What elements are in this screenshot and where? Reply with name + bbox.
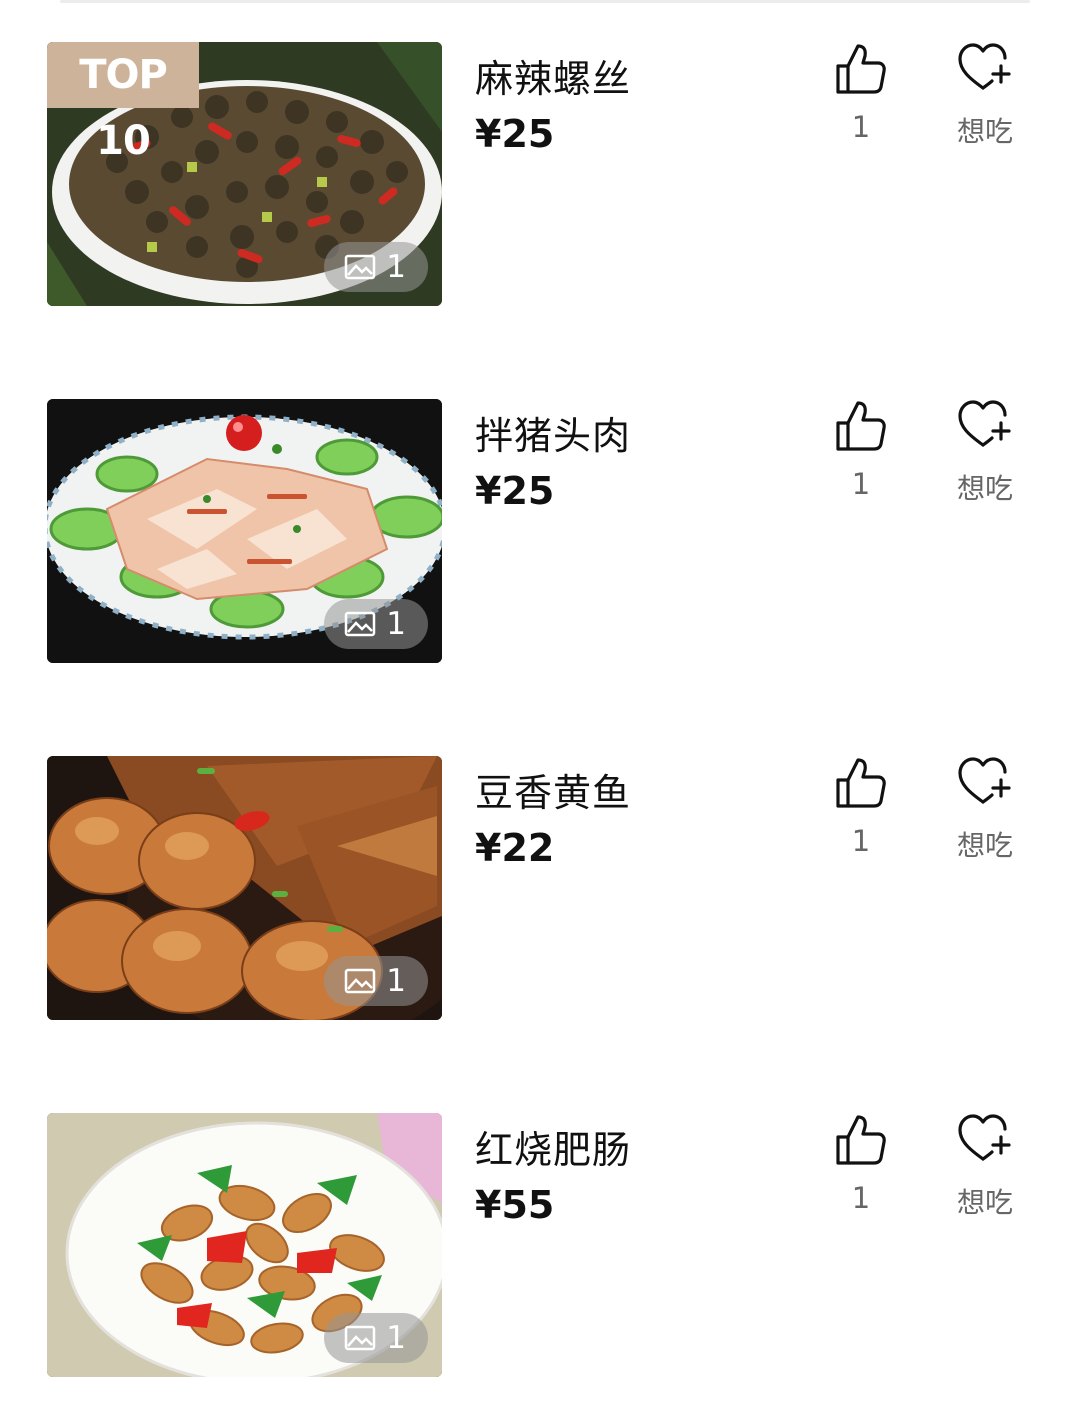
dish-price: ¥25	[475, 112, 555, 156]
dish-item[interactable]: 1 豆香黄鱼 ¥22 1 想吃	[0, 756, 1080, 1022]
want-to-eat-label: 想吃	[956, 1186, 1013, 1219]
dish-title: 红烧肥肠	[475, 1128, 632, 1172]
image-count-badge: 1	[324, 1313, 428, 1363]
want-to-eat-label: 想吃	[956, 115, 1013, 148]
image-count: 1	[386, 963, 406, 999]
dish-price: ¥22	[475, 826, 555, 870]
image-count-badge: 1	[324, 242, 428, 292]
want-to-eat-button[interactable]: 想吃	[945, 756, 1025, 866]
image-icon	[345, 254, 376, 280]
like-count: 1	[851, 110, 871, 144]
want-to-eat-label: 想吃	[956, 472, 1013, 505]
heart-plus-icon	[958, 43, 1011, 90]
image-icon	[345, 611, 376, 637]
heart-plus-icon	[958, 400, 1011, 447]
dish-photo[interactable]: 1	[47, 1113, 442, 1377]
like-button[interactable]: 1	[828, 756, 894, 866]
thumbs-up-icon	[836, 44, 886, 94]
image-count: 1	[386, 606, 406, 642]
dish-item[interactable]: 1 拌猪头肉 ¥25 1 想吃	[0, 399, 1080, 665]
like-count: 1	[851, 467, 871, 501]
image-icon	[345, 968, 376, 994]
heart-plus-icon	[958, 757, 1011, 804]
dish-photo[interactable]: TOP 10 1	[47, 42, 442, 306]
like-count: 1	[851, 824, 871, 858]
dish-price: ¥25	[475, 469, 555, 513]
like-button[interactable]: 1	[828, 399, 894, 509]
dish-title: 豆香黄鱼	[475, 771, 632, 815]
like-button[interactable]: 1	[828, 1113, 894, 1223]
image-count-badge: 1	[324, 956, 428, 1006]
heart-plus-icon	[958, 1114, 1011, 1161]
dish-photo[interactable]: 1	[47, 399, 442, 663]
dish-photo[interactable]: 1	[47, 756, 442, 1020]
want-to-eat-button[interactable]: 想吃	[945, 1113, 1025, 1223]
image-count-badge: 1	[324, 599, 428, 649]
dish-title: 拌猪头肉	[475, 414, 632, 458]
dish-item[interactable]: 1 红烧肥肠 ¥55 1 想吃	[0, 1113, 1080, 1379]
image-icon	[345, 1325, 376, 1351]
dish-title: 麻辣螺丝	[475, 57, 632, 101]
image-count: 1	[386, 249, 406, 285]
thumbs-up-icon	[836, 401, 886, 451]
thumbs-up-icon	[836, 1115, 886, 1165]
dish-item[interactable]: TOP 10 1 麻辣螺丝 ¥25 1 想吃	[0, 42, 1080, 308]
top-divider	[60, 0, 1030, 3]
want-to-eat-button[interactable]: 想吃	[945, 42, 1025, 152]
want-to-eat-button[interactable]: 想吃	[945, 399, 1025, 509]
dish-price: ¥55	[475, 1183, 555, 1227]
thumbs-up-icon	[836, 758, 886, 808]
like-count: 1	[851, 1181, 871, 1215]
image-count: 1	[386, 1320, 406, 1356]
top10-badge: TOP 10	[47, 42, 199, 164]
want-to-eat-label: 想吃	[956, 829, 1013, 862]
like-button[interactable]: 1	[828, 42, 894, 152]
